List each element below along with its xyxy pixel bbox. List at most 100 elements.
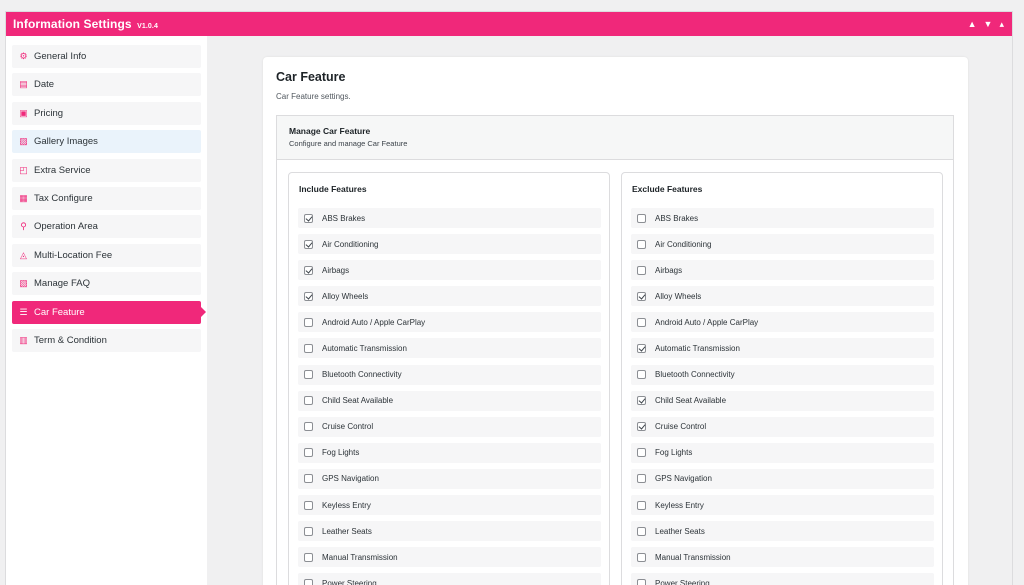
exclude-feature-checkbox[interactable] [637,370,646,380]
include-feature-checkbox[interactable] [304,552,313,562]
exclude-feature-checkbox[interactable] [637,396,646,406]
include-features-list: ABS Brakes Air Conditioning Airbags Alloy W… [298,208,601,585]
exclude-feature-checkbox[interactable] [637,578,646,585]
include-feature-row[interactable]: Leather Seats [298,521,601,542]
exclude-feature-row[interactable]: Child Seat Available [631,390,934,411]
sidebar-item-multi-location-fee[interactable]: ◬ Multi-Location Fee [12,243,201,267]
images-icon: ▨ [19,136,28,147]
include-feature-row[interactable]: ABS Brakes [298,208,601,228]
include-feature-row[interactable]: Keyless Entry [298,495,601,516]
include-feature-label: Manual Transmission [322,552,398,562]
exclude-feature-checkbox[interactable] [637,552,646,562]
sidebar-item-tax-configure[interactable]: ▦ Tax Configure [12,186,201,210]
include-feature-checkbox[interactable] [304,396,313,406]
include-feature-row[interactable]: Child Seat Available [298,390,601,411]
exclude-feature-row[interactable]: Automatic Transmission [631,338,934,359]
include-feature-checkbox[interactable] [304,317,313,327]
exclude-feature-checkbox[interactable] [637,213,646,223]
include-feature-checkbox[interactable] [304,422,313,432]
exclude-feature-checkbox[interactable] [637,291,646,301]
include-feature-row[interactable]: Manual Transmission [298,547,601,568]
include-feature-label: Keyless Entry [322,500,371,510]
collapse-toggle-icon[interactable]: ▴ [999,19,1004,29]
sidebar-item-extra-service[interactable]: ◰ Extra Service [12,158,201,182]
exclude-feature-checkbox[interactable] [637,265,646,275]
sidebar-item-term-condition[interactable]: ▥ Term & Condition [12,328,201,352]
include-feature-row[interactable]: Fog Lights [298,442,601,463]
include-feature-row[interactable]: Air Conditioning [298,234,601,255]
sidebar-item-car-feature[interactable]: ☰ Car Feature [12,300,206,324]
exclude-feature-checkbox[interactable] [637,526,646,536]
sidebar-item-label: Multi-Location Fee [34,249,113,261]
include-feature-checkbox[interactable] [304,343,313,353]
include-feature-row[interactable]: Automatic Transmission [298,338,601,359]
exclude-feature-row[interactable]: Alloy Wheels [631,286,934,307]
exclude-feature-checkbox[interactable] [637,317,646,327]
exclude-feature-row[interactable]: ABS Brakes [631,208,934,228]
sidebar-item-gallery-images[interactable]: ▨ Gallery Images [12,130,201,154]
page-description: Car Feature settings. [276,92,351,101]
include-feature-label: Alloy Wheels [322,291,369,301]
exclude-feature-row[interactable]: Leather Seats [631,521,934,542]
sidebar-item-operation-area[interactable]: ⚲ Operation Area [12,215,201,239]
exclude-feature-label: Child Seat Available [655,396,727,406]
include-feature-label: ABS Brakes [322,213,366,223]
exclude-feature-checkbox[interactable] [637,474,646,484]
exclude-feature-row[interactable]: Manual Transmission [631,547,934,568]
include-feature-checkbox[interactable] [304,474,313,484]
panel-title: Information Settings V1.0.4 [13,17,158,31]
move-down-icon[interactable]: ▼ [984,19,993,29]
include-feature-checkbox[interactable] [304,526,313,536]
include-feature-row[interactable]: Bluetooth Connectivity [298,364,601,385]
exclude-feature-label: Power Steering [655,578,710,585]
include-feature-checkbox[interactable] [304,448,313,458]
include-feature-label: Air Conditioning [322,239,379,249]
include-feature-row[interactable]: Power Steering [298,573,601,585]
sidebar-item-date[interactable]: ▤ Date [12,73,201,97]
exclude-feature-label: GPS Navigation [655,474,712,484]
page-scrollbar[interactable] [1013,0,1024,585]
include-feature-row[interactable]: Cruise Control [298,416,601,437]
exclude-feature-row[interactable]: Fog Lights [631,442,934,463]
include-feature-checkbox[interactable] [304,370,313,380]
information-settings-panel: Information Settings V1.0.4 ▲ ▼ ▴ ⚙ Gener… [5,11,1013,585]
exclude-feature-row[interactable]: Bluetooth Connectivity [631,364,934,385]
include-features-title: Include Features [299,184,367,194]
include-feature-label: Leather Seats [322,526,372,536]
include-feature-row[interactable]: Airbags [298,260,601,281]
include-feature-checkbox[interactable] [304,265,313,275]
exclude-feature-label: Alloy Wheels [655,291,702,301]
include-feature-checkbox[interactable] [304,500,313,510]
exclude-feature-row[interactable]: Android Auto / Apple CarPlay [631,312,934,333]
document-icon: ▥ [19,334,28,345]
header-controls: ▲ ▼ ▴ [968,19,1004,29]
exclude-feature-row[interactable]: Power Steering [631,573,934,585]
exclude-feature-row[interactable]: Airbags [631,260,934,281]
include-feature-checkbox[interactable] [304,291,313,301]
exclude-feature-row[interactable]: Air Conditioning [631,234,934,255]
exclude-feature-row[interactable]: Keyless Entry [631,495,934,516]
include-feature-row[interactable]: Android Auto / Apple CarPlay [298,312,601,333]
section-description: Configure and manage Car Feature [289,139,408,148]
gear-icon: ⚙ [19,51,28,61]
include-feature-row[interactable]: GPS Navigation [298,468,601,489]
include-feature-row[interactable]: Alloy Wheels [298,286,601,307]
exclude-feature-checkbox[interactable] [637,239,646,249]
include-feature-checkbox[interactable] [304,578,313,585]
exclude-feature-row[interactable]: GPS Navigation [631,468,934,489]
include-feature-checkbox[interactable] [304,239,313,249]
exclude-feature-label: Keyless Entry [655,500,704,510]
exclude-feature-row[interactable]: Cruise Control [631,416,934,437]
exclude-feature-label: Bluetooth Connectivity [655,370,735,380]
exclude-feature-checkbox[interactable] [637,422,646,432]
move-up-icon[interactable]: ▲ [968,19,977,29]
include-feature-label: Automatic Transmission [322,343,407,353]
exclude-feature-checkbox[interactable] [637,448,646,458]
sidebar-item-pricing[interactable]: ▣ Pricing [12,101,201,125]
exclude-features-title: Exclude Features [632,184,703,194]
sidebar-item-manage-faq[interactable]: ▧ Manage FAQ [12,272,201,296]
include-feature-checkbox[interactable] [304,213,313,223]
exclude-feature-checkbox[interactable] [637,343,646,353]
sidebar-item-general-info[interactable]: ⚙ General Info [12,45,201,68]
exclude-feature-checkbox[interactable] [637,500,646,510]
